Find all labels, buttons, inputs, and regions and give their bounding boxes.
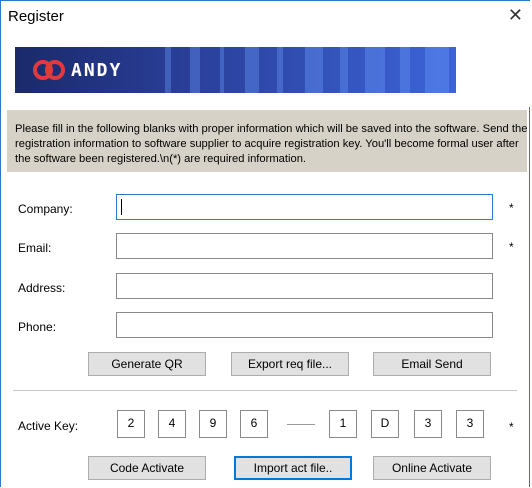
key-char-1[interactable]: 2	[117, 410, 145, 438]
close-icon[interactable]: ✕	[508, 5, 523, 26]
company-label: Company:	[18, 202, 73, 216]
active-key-label: Active Key:	[18, 419, 79, 433]
email-label: Email:	[18, 241, 52, 255]
logo-text: ANDY	[71, 59, 123, 81]
key-char-8[interactable]: 3	[456, 410, 484, 438]
register-dialog: Register ✕ ANDY Please fill in the follo…	[0, 0, 531, 487]
key-char-4[interactable]: 6	[240, 410, 268, 438]
banner-area: ANDY	[1, 33, 531, 107]
company-field[interactable]	[116, 194, 493, 220]
divider	[13, 390, 517, 391]
address-field[interactable]	[116, 273, 493, 299]
address-label: Address:	[18, 281, 66, 295]
online-activate-button[interactable]: Online Activate	[373, 456, 491, 480]
key-required-mark: *	[509, 420, 514, 434]
phone-label: Phone:	[18, 320, 57, 334]
email-required-mark: *	[509, 240, 514, 254]
info-panel: Please fill in the following blanks with…	[7, 110, 527, 172]
brand-banner: ANDY	[15, 47, 456, 93]
text-caret	[121, 199, 122, 215]
phone-field[interactable]	[116, 312, 493, 338]
export-req-file-button[interactable]: Export req file...	[231, 352, 349, 376]
email-field[interactable]	[116, 233, 493, 259]
logo-mark-icon	[33, 60, 65, 80]
key-char-2[interactable]: 4	[158, 410, 186, 438]
company-required-mark: *	[509, 201, 514, 215]
import-act-file-button[interactable]: Import act file..	[234, 456, 352, 480]
info-text: Please fill in the following blanks with…	[15, 123, 528, 165]
andy-logo: ANDY	[33, 59, 122, 81]
generate-qr-button[interactable]: Generate QR	[88, 352, 206, 376]
key-char-5[interactable]: 1	[329, 410, 357, 438]
key-separator-dash	[287, 424, 315, 425]
key-char-7[interactable]: 3	[414, 410, 442, 438]
code-activate-button[interactable]: Code Activate	[88, 456, 206, 480]
key-char-6[interactable]: D	[371, 410, 399, 438]
email-send-button[interactable]: Email Send	[373, 352, 491, 376]
title-bar: Register ✕	[1, 1, 531, 33]
window-title: Register	[8, 8, 64, 25]
key-char-3[interactable]: 9	[199, 410, 227, 438]
